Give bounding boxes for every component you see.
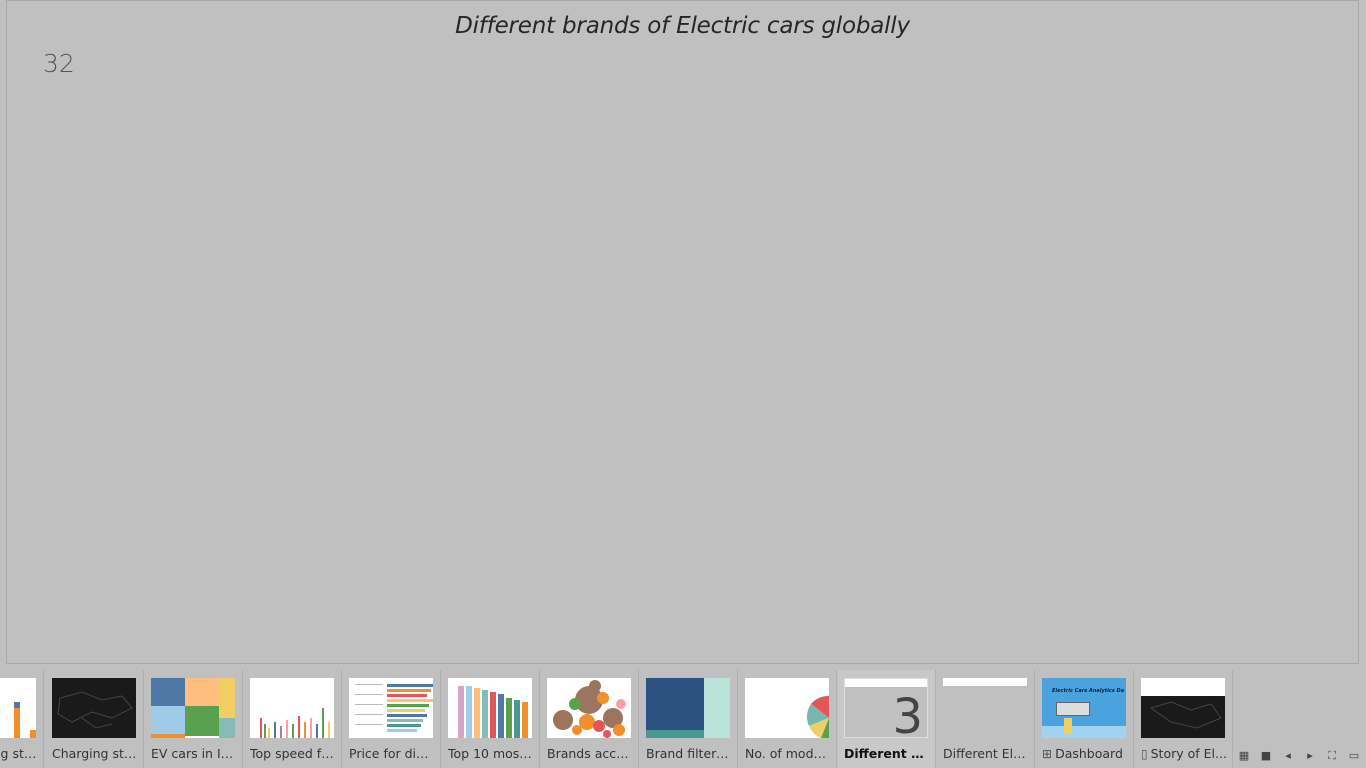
thumb-dashboard-title: Electric Cars Analytics Da xyxy=(1052,688,1125,694)
thumb-bubbles xyxy=(547,678,631,738)
thumb-big-number: 3 xyxy=(844,678,928,738)
thumb-dark-map xyxy=(52,678,136,738)
thumb-pie xyxy=(745,678,829,738)
thumb-grouped-bars xyxy=(250,678,334,738)
tab-ev-cars-india[interactable]: EV cars in India xyxy=(145,670,243,768)
tab-label: Brands accor... xyxy=(547,746,635,761)
tab-label-text: Dashboard xyxy=(1055,746,1123,761)
scroll-right-icon[interactable]: ▸ xyxy=(1304,750,1316,762)
tab-label: Top speed for... xyxy=(250,746,338,761)
tab-top-speed[interactable]: Top speed for... xyxy=(244,670,342,768)
thumb-horizontal-bars xyxy=(349,678,433,738)
tab-label: Different Elec... xyxy=(943,746,1031,761)
tab-brands-according[interactable]: Brands accor... xyxy=(541,670,639,768)
tab-dashboard[interactable]: Electric Cars Analytics Da ⊞ Dashboard xyxy=(1036,670,1134,768)
thumb-blank xyxy=(943,678,1027,738)
tab-label: Brand filtered... xyxy=(646,746,734,761)
thumb-digit: 3 xyxy=(892,689,923,738)
dashboard-icon: ⊞ xyxy=(1042,747,1053,761)
thumb-treemap xyxy=(151,678,235,738)
tab-top-10[interactable]: Top 10 most ... xyxy=(442,670,540,768)
tab-label-text: Story of El... xyxy=(1150,746,1227,761)
worksheet-canvas: Different brands of Electric cars global… xyxy=(6,0,1359,664)
tab-label: Charging stati... xyxy=(0,746,40,761)
thumb-blocks xyxy=(646,678,730,738)
tab-no-of-models[interactable]: No. of models... xyxy=(739,670,837,768)
tab-label: No. of models... xyxy=(745,746,833,761)
tab-different-electric[interactable]: Different Elec... xyxy=(937,670,1035,768)
sheet-title: Different brands of Electric cars global… xyxy=(455,13,910,39)
filmstrip-controls: ▦ ■ ◂ ▸ ⛶ ▭ xyxy=(1238,750,1360,762)
tab-label: Price for diffe... xyxy=(349,746,437,761)
tab-label: ⊞ Dashboard xyxy=(1042,746,1130,761)
sheet-filmstrip: Charging stati... Charging stati... EV c… xyxy=(0,670,1366,768)
tab-label: ▯ Story of El... xyxy=(1141,746,1229,761)
scroll-left-icon[interactable]: ◂ xyxy=(1282,750,1294,762)
show-tabs-icon[interactable]: ■ xyxy=(1260,750,1272,762)
fullscreen-icon[interactable]: ⛶ xyxy=(1326,750,1338,762)
thumb-story xyxy=(1141,678,1225,738)
tab-charging-stations-1[interactable]: Charging stati... xyxy=(0,670,44,768)
show-filmstrip-icon[interactable]: ▦ xyxy=(1238,750,1250,762)
tab-label: Different bra... xyxy=(844,746,932,761)
story-icon: ▯ xyxy=(1141,747,1148,761)
thumb-vertical-bars xyxy=(448,678,532,738)
tab-label: Top 10 most ... xyxy=(448,746,536,761)
tab-label: EV cars in India xyxy=(151,746,239,761)
thumb-dashboard: Electric Cars Analytics Da xyxy=(1042,678,1126,738)
tab-price[interactable]: Price for diffe... xyxy=(343,670,441,768)
brand-count-value: 32 xyxy=(43,49,75,78)
presentation-mode-icon[interactable]: ▭ xyxy=(1348,750,1360,762)
tab-different-brands[interactable]: 3 Different bra... xyxy=(838,670,936,768)
tab-label: Charging stati... xyxy=(52,746,140,761)
tab-brand-filtered[interactable]: Brand filtered... xyxy=(640,670,738,768)
thumb-bar-chart xyxy=(0,678,36,738)
tab-charging-stations-2[interactable]: Charging stati... xyxy=(46,670,144,768)
tab-story[interactable]: ▯ Story of El... xyxy=(1135,670,1233,768)
